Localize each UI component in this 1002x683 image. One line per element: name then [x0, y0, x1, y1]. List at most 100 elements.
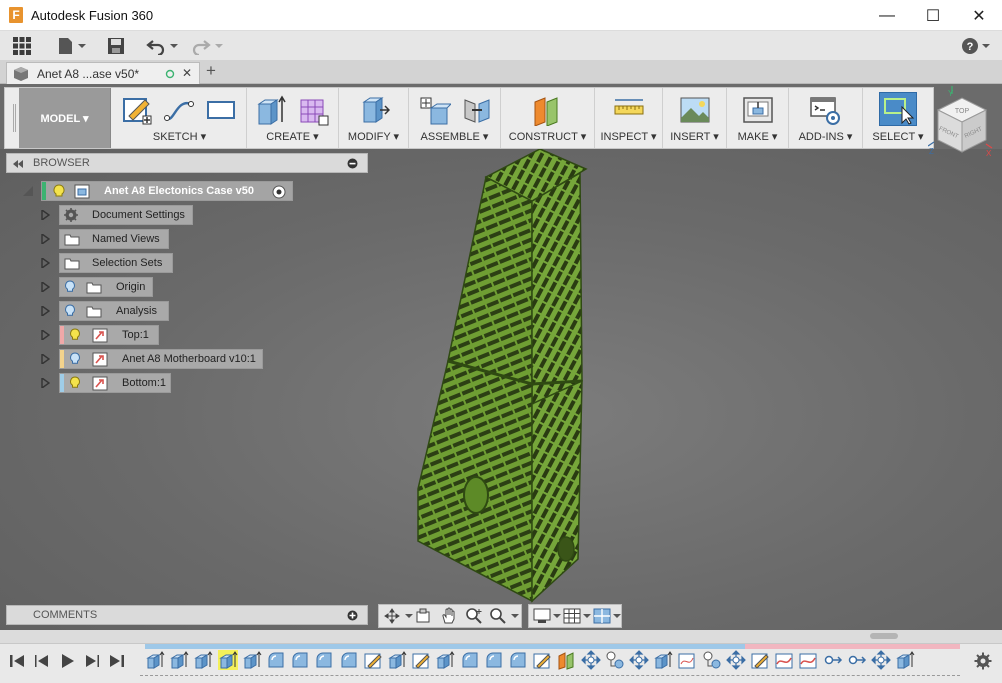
pan-hand-icon[interactable] [441, 607, 457, 625]
make-menu-label[interactable]: MAKE ▾ [727, 130, 788, 143]
close-tab-icon[interactable]: ✕ [182, 66, 192, 80]
activate-radio-icon[interactable] [272, 185, 286, 199]
minimize-button[interactable]: — [864, 0, 910, 31]
timeline-feature-fillet-icon[interactable] [290, 650, 310, 670]
look-at-icon[interactable] [415, 608, 431, 624]
redo-icon[interactable] [188, 31, 224, 60]
modify-group[interactable]: MODIFY ▾ [339, 88, 409, 148]
timeline-feature-fillet-icon[interactable] [508, 650, 528, 670]
timeline-feature-fillet-icon[interactable] [339, 650, 359, 670]
spline-icon[interactable] [163, 94, 195, 126]
display-settings-icon[interactable] [533, 608, 561, 624]
timeline-feature-extrude-icon[interactable] [653, 650, 673, 670]
extrude-icon[interactable] [255, 94, 287, 126]
timeline-feature-move-icon[interactable] [725, 650, 746, 670]
timeline-feature-move-icon[interactable] [629, 650, 649, 670]
joint-icon[interactable] [461, 94, 493, 126]
insert-group[interactable]: INSERT ▾ [663, 88, 727, 148]
timeline-feature-sketch-icon[interactable] [750, 650, 770, 670]
timeline-feature-extrude-icon[interactable] [435, 650, 455, 670]
timeline-feature-fillet-icon[interactable] [460, 650, 480, 670]
timeline-feature-extrude-icon[interactable] [895, 650, 915, 670]
visibility-bulb-off-icon[interactable] [69, 352, 81, 366]
timeline-feature-sketch-icon[interactable] [411, 650, 431, 670]
browser-panel-header[interactable]: BROWSER [6, 153, 368, 173]
fit-zoom-window-icon[interactable] [489, 607, 519, 625]
timeline-feature-fillet-icon[interactable] [314, 650, 334, 670]
timeline-scroll-track[interactable] [0, 630, 1002, 643]
timeline-feature-rigid-icon[interactable] [847, 650, 867, 670]
offset-plane-icon[interactable] [531, 94, 563, 126]
timeline-feature-surface-icon[interactable] [774, 650, 794, 670]
scripts-addins-icon[interactable] [809, 94, 841, 126]
timeline-feature-move-icon[interactable] [580, 650, 601, 670]
browser-item-motherboard[interactable]: Anet A8 Motherboard v10:1 [59, 349, 263, 369]
assemble-menu-label[interactable]: ASSEMBLE ▾ [409, 130, 500, 143]
timeline-feature-extrude-icon[interactable] [145, 650, 165, 670]
browser-item-top[interactable]: Top:1 [59, 325, 159, 345]
rectangle-icon[interactable] [205, 94, 237, 126]
add-ins-menu-label[interactable]: ADD-INS ▾ [789, 130, 862, 143]
expander-icon[interactable] [40, 354, 50, 364]
browser-item-bottom[interactable]: Bottom:1 [59, 373, 171, 393]
timeline-feature-rigid-icon[interactable] [823, 650, 843, 670]
browser-item-document-settings[interactable]: Document Settings [59, 205, 193, 225]
undo-icon[interactable] [144, 31, 180, 60]
expander-icon[interactable] [40, 258, 50, 268]
browser-minimize-icon[interactable] [347, 158, 358, 169]
timeline-feature-extrude-icon[interactable] [193, 650, 213, 670]
timeline-feature-joint-icon[interactable] [702, 650, 722, 670]
collapse-browser-icon[interactable] [12, 159, 24, 169]
document-tab[interactable]: Anet A8 ...ase v50* ✕ [6, 62, 200, 84]
viewcube[interactable]: TOP FRONT RIGHT Y X Z [927, 86, 996, 162]
measure-icon[interactable] [613, 94, 645, 126]
timeline-feature-plane-icon[interactable] [556, 650, 576, 670]
visibility-bulb-icon[interactable] [69, 376, 81, 390]
timeline-feature-fillet-icon[interactable] [266, 650, 286, 670]
browser-item-origin[interactable]: Origin [59, 277, 153, 297]
press-pull-icon[interactable] [358, 94, 390, 126]
expander-icon[interactable] [40, 378, 50, 388]
grid-snaps-icon[interactable] [563, 608, 591, 624]
timeline-feature-sketch-alt-icon[interactable] [677, 650, 697, 670]
insert-menu-label[interactable]: INSERT ▾ [663, 130, 726, 143]
expander-icon[interactable] [40, 306, 50, 316]
timeline-feature-extrude-icon[interactable] [242, 650, 262, 670]
construct-group[interactable]: CONSTRUCT ▾ [501, 88, 595, 148]
save-icon[interactable] [104, 31, 128, 60]
ribbon-grip[interactable] [13, 104, 16, 132]
select-button[interactable] [879, 92, 917, 126]
browser-item-named-views[interactable]: Named Views [59, 229, 169, 249]
file-menu-icon[interactable] [54, 31, 88, 60]
expander-icon[interactable] [40, 282, 50, 292]
add-comment-icon[interactable] [347, 610, 358, 621]
viewports-icon[interactable] [593, 608, 621, 624]
timeline-feature-sketch-icon[interactable] [532, 650, 552, 670]
comments-panel-header[interactable]: COMMENTS [6, 605, 368, 625]
assemble-group[interactable]: ASSEMBLE ▾ [409, 88, 501, 148]
expander-icon[interactable] [40, 210, 50, 220]
zoom-icon[interactable] [465, 607, 483, 625]
create-group[interactable]: CREATE ▾ [247, 88, 339, 148]
timeline-feature-joint-icon[interactable] [605, 650, 625, 670]
timeline-settings-gear-icon[interactable] [974, 652, 992, 670]
form-icon[interactable] [297, 94, 329, 126]
create-sketch-icon[interactable] [121, 94, 153, 126]
workspace-switcher[interactable]: MODEL ▾ [19, 88, 111, 148]
orbit-icon[interactable] [383, 608, 413, 624]
make-group[interactable]: MAKE ▾ [727, 88, 789, 148]
add-ins-group[interactable]: ADD-INS ▾ [789, 88, 863, 148]
3d-print-icon[interactable] [742, 94, 774, 126]
help-icon[interactable]: ? [958, 31, 994, 60]
create-menu-label[interactable]: CREATE ▾ [247, 130, 338, 143]
data-panel-grid-icon[interactable] [8, 31, 36, 60]
timeline-feature-sketch-icon[interactable] [363, 650, 383, 670]
inspect-group[interactable]: INSPECT ▾ [595, 88, 663, 148]
timeline-feature-surface-icon[interactable] [798, 650, 818, 670]
visibility-bulb-icon[interactable] [69, 328, 81, 342]
insert-image-icon[interactable] [679, 94, 711, 126]
go-to-end-icon[interactable] [108, 652, 126, 670]
select-menu-label[interactable]: SELECT ▾ [863, 130, 933, 143]
expander-icon[interactable] [40, 234, 50, 244]
step-back-icon[interactable] [33, 652, 51, 670]
